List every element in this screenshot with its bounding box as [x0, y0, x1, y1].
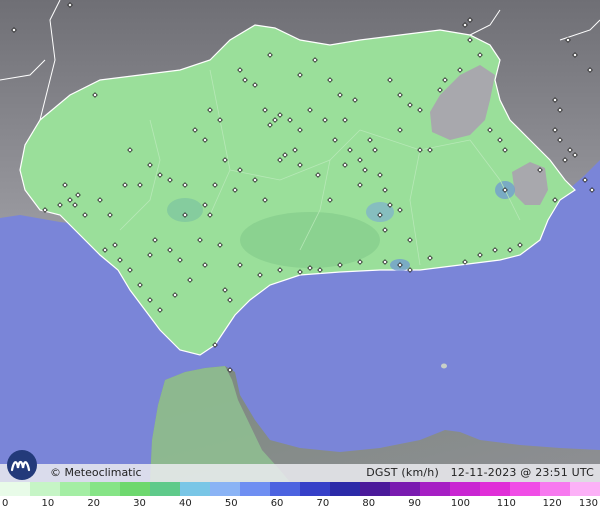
legend-tick-label: 120: [542, 498, 562, 509]
legend-tick-label: 100: [450, 498, 470, 509]
legend-tick-label: 80: [362, 498, 376, 509]
timestamp-label: 12-11-2023 @ 23:51 UTC: [450, 466, 594, 479]
legend-swatch: [240, 482, 270, 496]
legend-ticks: 0 10 20 30 40 50 60 70 80 90 100 110 120 130: [0, 498, 600, 512]
legend-swatch: [210, 482, 240, 496]
legend-swatch: [0, 482, 30, 496]
legend-tick-label: 130: [578, 498, 598, 509]
legend-swatch: [180, 482, 210, 496]
legend-swatch: [360, 482, 390, 496]
legend-swatch: [510, 482, 540, 496]
legend-color-bar: [0, 482, 600, 496]
legend-tick-label: 50: [224, 498, 238, 509]
legend-tick-label: 40: [179, 498, 192, 509]
wind-gust-map: [0, 0, 600, 517]
legend-swatch: [300, 482, 330, 496]
legend-swatch: [570, 482, 600, 496]
legend-tick-label: 60: [270, 498, 284, 509]
legend-swatch: [480, 482, 510, 496]
legend-swatch: [540, 482, 570, 496]
inland-shade: [240, 212, 380, 268]
color-legend: 0 10 20 30 40 50 60 70 80 90 100 110 120 130: [0, 482, 600, 517]
legend-swatch: [330, 482, 360, 496]
variable-label: DGST (km/h): [366, 466, 439, 479]
legend-tick-label: 70: [316, 498, 330, 509]
legend-tick-label: 30: [133, 498, 146, 509]
legend-swatch: [150, 482, 180, 496]
map-info: DGST (km/h) 12-11-2023 @ 23:51 UTC: [358, 466, 594, 479]
legend-swatch: [90, 482, 120, 496]
legend-tick-label: 10: [41, 498, 55, 509]
legend-swatch: [450, 482, 480, 496]
legend-tick-label: 0: [2, 498, 9, 509]
legend-tick-label: 90: [408, 498, 421, 509]
legend-swatch: [270, 482, 300, 496]
legend-swatch: [60, 482, 90, 496]
legend-tick-label: 20: [87, 498, 101, 509]
legend-tick-label: 110: [496, 498, 516, 509]
credit-label: © Meteoclimatic: [50, 466, 142, 479]
legend-swatch: [420, 482, 450, 496]
alboran-island: [441, 363, 447, 369]
shade-spot: [167, 198, 203, 222]
legend-swatch: [30, 482, 60, 496]
legend-swatch: [120, 482, 150, 496]
meteoclimatic-logo-icon: [7, 450, 37, 480]
legend-swatch: [390, 482, 420, 496]
